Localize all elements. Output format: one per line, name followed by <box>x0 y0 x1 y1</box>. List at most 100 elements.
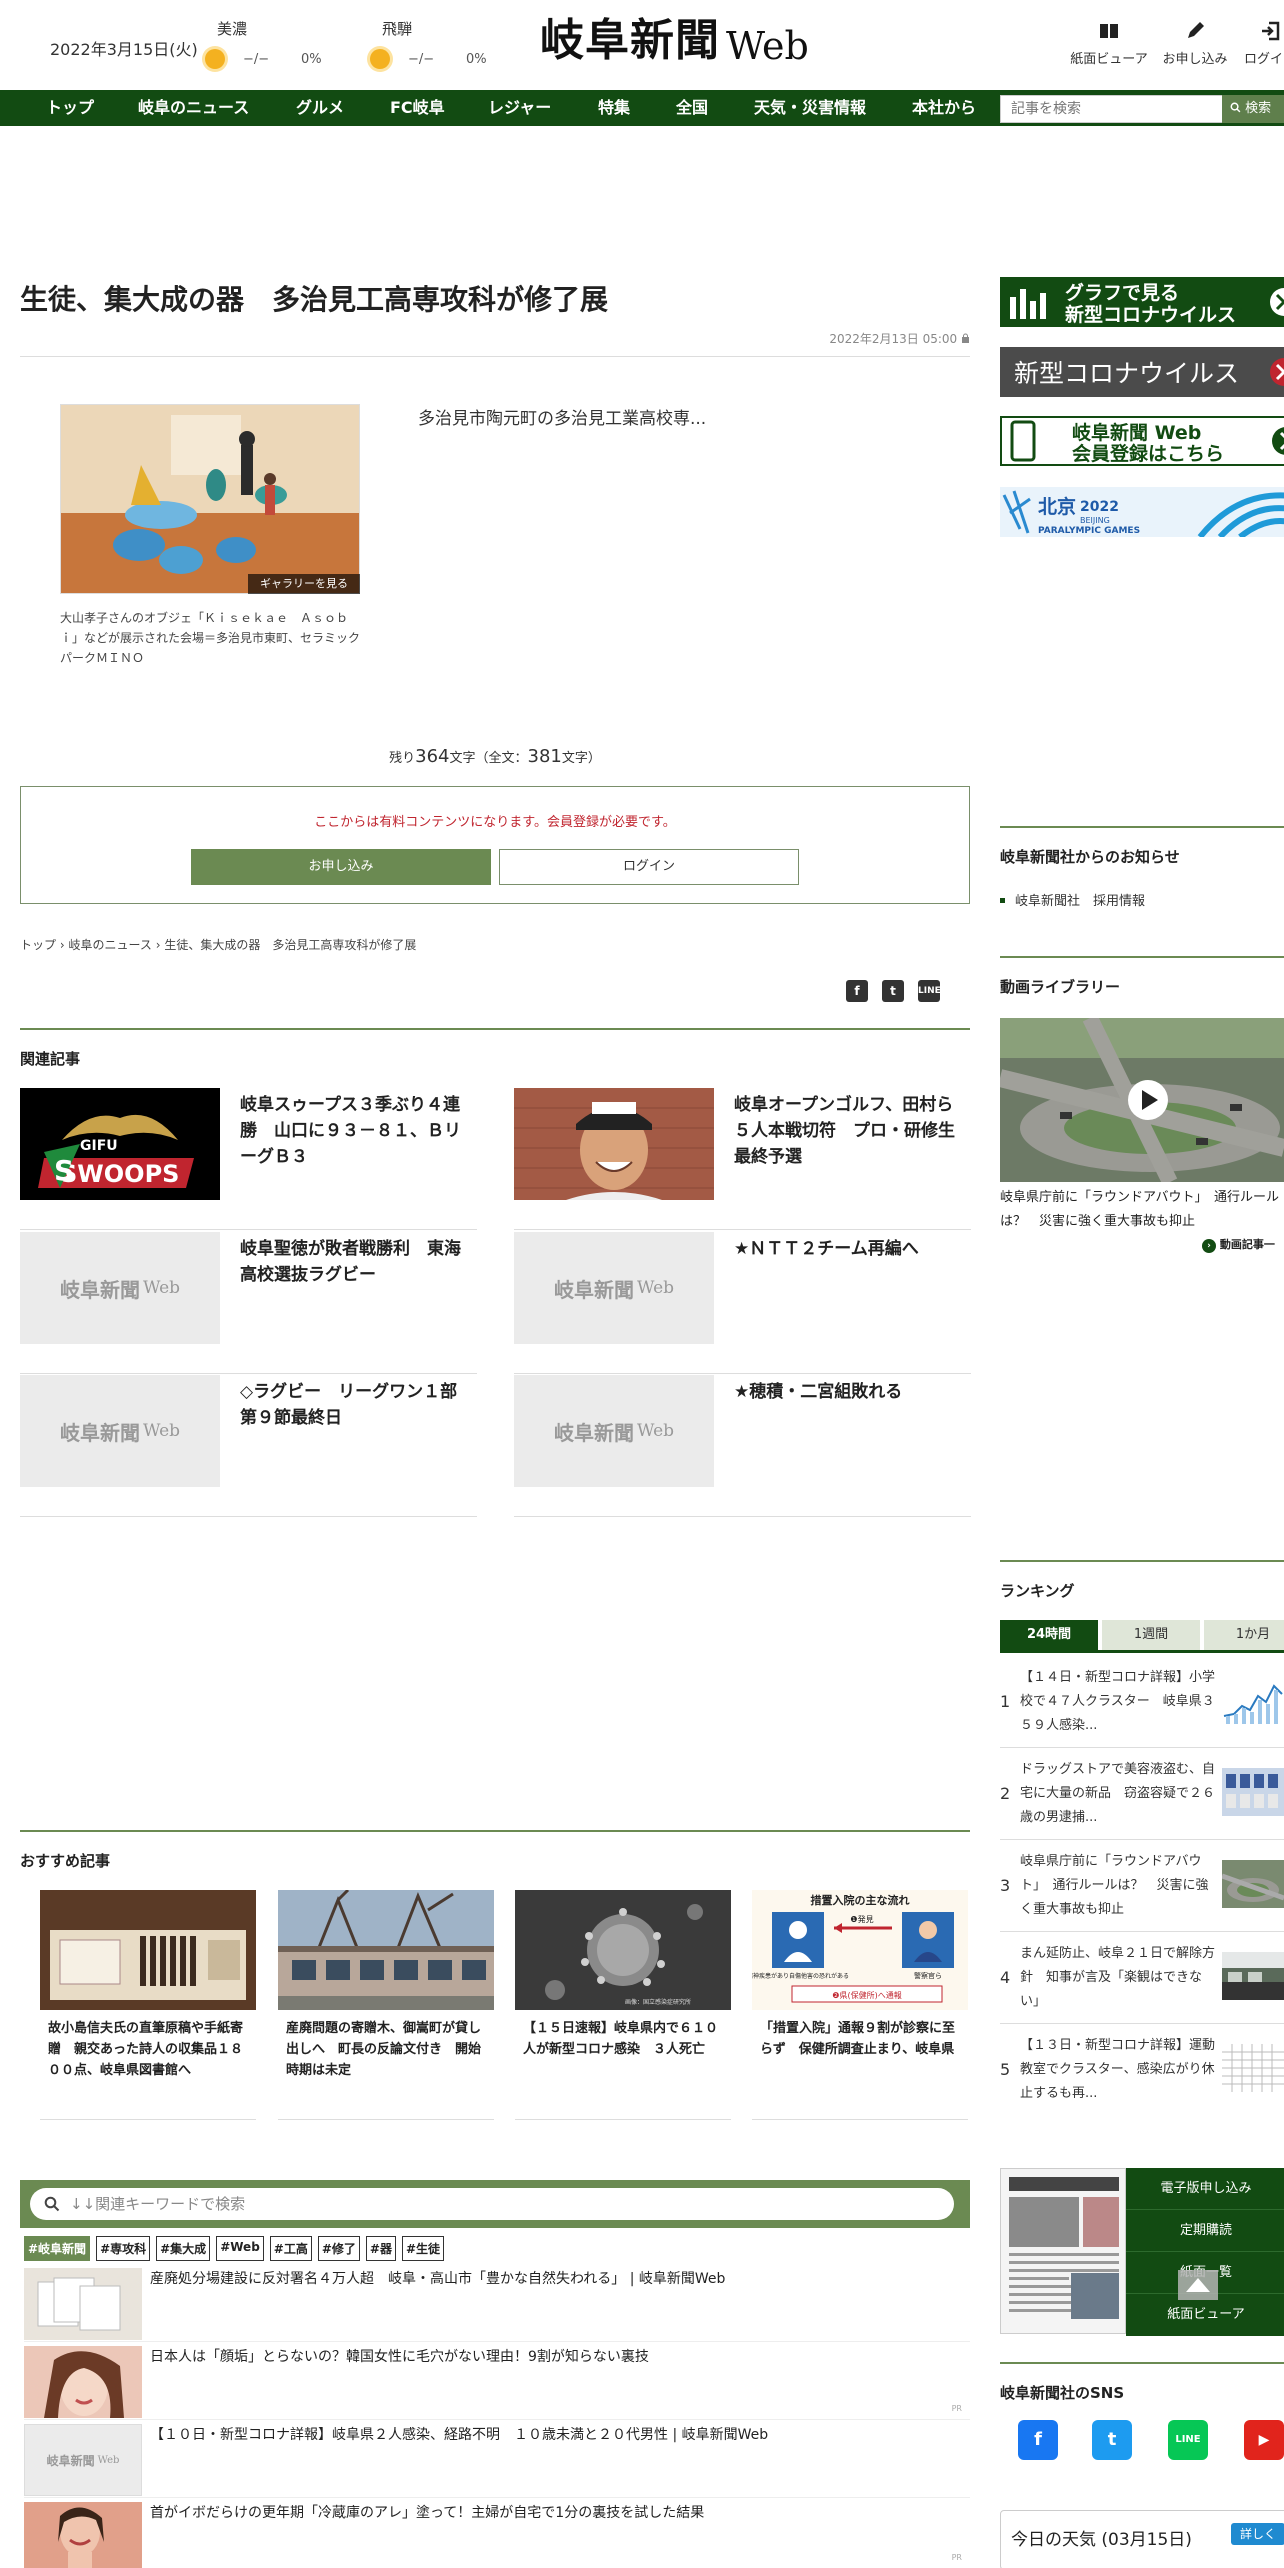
video-more-link[interactable]: › 動画記事一 <box>1202 1236 1275 1253</box>
rank-title: ドラッグストアで美容液盗む、自宅に大量の新品 窃盗容疑で２６歳の男逮捕... <box>1020 1762 1216 1825</box>
nav-top[interactable]: トップ <box>46 90 94 126</box>
recommended-item[interactable]: 故小島信夫氏の直筆原稿や手紙寄贈 親交あった詩人の収集品１８００点、岐阜県図書館… <box>40 1890 256 2120</box>
article-photo[interactable] <box>60 404 360 594</box>
login-button[interactable]: ログイン <box>499 849 799 885</box>
recommended-item[interactable]: 産廃問題の寄贈木、御嵩町が貸し出しへ 町長の反論文付き 開始時期は未定 <box>278 1890 494 2120</box>
tab-24h[interactable]: 24時間 <box>1000 1620 1098 1650</box>
paralympic-banner[interactable]: 北京 2022 BEIJING PARALYMPIC GAMES <box>1000 487 1284 537</box>
ranking-item[interactable]: 1 【１４日・新型コロナ詳報】小学校で４７人クラスター 岐阜県３５９人感染... <box>1000 1656 1284 1748</box>
rank-number: 4 <box>1000 1968 1011 1987</box>
breadcrumb-gifu-news[interactable]: 岐阜のニュース <box>68 938 151 952</box>
related-thumb: GIFU SWOOPS S <box>20 1088 220 1200</box>
arrow-up-icon <box>1186 2278 1210 2292</box>
weather-temp: −/− <box>408 51 435 67</box>
subscribe-button[interactable]: 定期購読 <box>1126 2210 1284 2252</box>
nav-gourmet[interactable]: グルメ <box>296 90 344 126</box>
video-more-label: 動画記事一 <box>1219 1238 1275 1251</box>
tag-web[interactable]: #Web <box>216 2236 264 2261</box>
nav-gifu-news[interactable]: 岐阜のニュース <box>138 90 249 126</box>
epaper-thumbnail[interactable] <box>1000 2168 1126 2334</box>
nav-features[interactable]: 特集 <box>598 90 630 126</box>
ad-thumb <box>24 2346 142 2418</box>
rank-thumb <box>1222 1952 1284 2000</box>
related-item[interactable]: 岐阜オープンゴルフ、田村ら５人本戦切符 プロ・研修生最終予選 <box>514 1088 971 1230</box>
youtube-icon[interactable]: ▶ <box>1244 2420 1284 2460</box>
rank-thumb <box>1222 2044 1284 2092</box>
tag-shuryo[interactable]: #修了 <box>317 2236 360 2261</box>
apply-link[interactable]: お申し込み <box>1160 20 1230 67</box>
twitter-share-icon[interactable]: t <box>882 980 904 1002</box>
login-link[interactable]: ログイン <box>1240 20 1284 67</box>
keyword-search-input[interactable]: ↓↓関連キーワードで検索 <box>30 2188 954 2220</box>
notice-item[interactable]: 岐阜新聞社 採用情報 <box>1000 890 1145 909</box>
related-item[interactable]: 岐阜新聞 Web ◇ラグビー リーグワン１部第９節最終日 <box>20 1375 477 1517</box>
video-thumbnail[interactable] <box>1000 1018 1284 1182</box>
search-button[interactable]: 検索 <box>1222 95 1284 123</box>
gallery-button[interactable]: ギャラリーを見る <box>248 574 360 594</box>
tag-gifu-shimbun[interactable]: #岐阜新聞 <box>24 2236 91 2261</box>
recommend-ad-item[interactable]: 岐阜新聞 Web 【１０日・新型コロナ詳報】岐阜県２人感染、経路不明 １０歳未満と… <box>24 2424 970 2498</box>
remaining-prefix: 残り <box>389 751 416 766</box>
facebook-icon[interactable]: f <box>1018 2420 1058 2460</box>
nav-national[interactable]: 全国 <box>676 90 708 126</box>
banner-line2: 新型コロナウイルス <box>1065 303 1236 326</box>
covid-graph-banner[interactable]: グラフで見る 新型コロナウイルス <box>1000 277 1284 327</box>
covid-banner[interactable]: 新型コロナウイルス <box>1000 347 1284 397</box>
nav-weather-disaster[interactable]: 天気・災害情報 <box>754 90 866 126</box>
back-to-top-button[interactable] <box>1178 2270 1218 2300</box>
ranking-item[interactable]: 3 岐阜県庁前に「ラウンドアバウト」 通行ルールは？ 災害に強く重大事故も抑止 <box>1000 1840 1284 1932</box>
tag-kouko[interactable]: #工高 <box>269 2236 312 2261</box>
tag-utsuwa[interactable]: #器 <box>365 2236 396 2261</box>
ad-title: 日本人は「顔垢」とらないの？韓国女性に毛穴がない理由！9割が知らない裏技 <box>150 2349 649 2365</box>
diagram-step2: ❷県(保健所)へ通報 <box>832 1990 901 2000</box>
tag-senkoka[interactable]: #専攻科 <box>96 2236 151 2261</box>
site-logo[interactable]: 岐阜新聞 Web <box>540 15 809 68</box>
recommended-item[interactable]: 措置入院の主な流れ ❶発見 精神疾患があり自傷他害の恐れがある 警察官ら ❷県(… <box>752 1890 968 2120</box>
ranking-item[interactable]: 5 【１３日・新型コロナ詳報】運動教室でクラスター、感染広がり休止するも再... <box>1000 2024 1284 2116</box>
related-item[interactable]: 岐阜新聞 Web 岐阜聖徳が敗者戦勝利 東海高校選抜ラグビー <box>20 1232 477 1374</box>
related-thumb <box>514 1088 714 1200</box>
video-caption[interactable]: 岐阜県庁前に「ラウンドアバウト」 通行ルールは？ 災害に強く重大事故も抑止 <box>1000 1186 1284 1234</box>
related-item[interactable]: 岐阜新聞 Web ★穂積・二宮組敗れる <box>514 1375 971 1517</box>
facebook-share-icon[interactable]: f <box>846 980 868 1002</box>
ranking-heading: ランキング <box>1000 1582 1075 1600</box>
search-input[interactable] <box>1000 95 1224 123</box>
banner-line1: グラフで見る <box>1065 281 1179 304</box>
recommend-ad-item[interactable]: 首がイボだらけの更年期「冷蔵庫のアレ」塗って！主婦が自宅で1分の裏技を試した結果… <box>24 2502 970 2568</box>
related-item[interactable]: 岐阜新聞 Web ★ＮＴＴ２チーム再編へ <box>514 1232 971 1374</box>
epaper-viewer-button[interactable]: 紙面ビューア <box>1126 2294 1284 2336</box>
article-lede: 多治見市陶元町の多治見工業高校専... <box>418 409 707 429</box>
weather-rain: 0% <box>466 51 487 67</box>
epaper-viewer-link[interactable]: 紙面ビューア <box>1066 20 1152 67</box>
related-item[interactable]: GIFU SWOOPS S 岐阜スゥープス３季ぶり４連勝 山口に９３－８１、Ｂリ… <box>20 1088 477 1230</box>
remaining-chars: 残り364文字（全文：381文字） <box>0 746 990 767</box>
recommended-heading: おすすめ記事 <box>20 1852 111 1870</box>
epaper-apply-button[interactable]: 電子版申し込み <box>1126 2168 1284 2210</box>
weather-hida[interactable]: 飛騨 −/− 0% <box>370 18 490 69</box>
tag-seito[interactable]: #生徒 <box>401 2236 445 2261</box>
ranking-item[interactable]: 2 ドラッグストアで美容液盗む、自宅に大量の新品 窃盗容疑で２６歳の男逮捕... <box>1000 1748 1284 1840</box>
line-share-icon[interactable]: LINE <box>918 980 941 1002</box>
rank-thumb <box>1222 1676 1284 1724</box>
tab-1month[interactable]: 1か月 <box>1204 1620 1284 1650</box>
ad-thumb: 岐阜新聞 Web <box>24 2424 142 2496</box>
placeholder-logo-web: Web <box>636 1278 675 1298</box>
nav-from-company[interactable]: 本社から <box>912 90 976 126</box>
breadcrumb-top[interactable]: トップ <box>20 938 56 952</box>
weather-details-button[interactable]: 詳しく <box>1231 2523 1284 2545</box>
nav-leisure[interactable]: レジャー <box>488 90 551 126</box>
recommend-ad-item[interactable]: 産廃処分場建設に反対署名４万人超 岐阜・高山市「豊かな自然失われる」 | 岐阜新… <box>24 2268 970 2342</box>
svg-text:SWOOPS: SWOOPS <box>60 1160 179 1188</box>
ranking-item[interactable]: 4 まん延防止、岐阜２１日で解除方針 知事が言及「楽観はできない」 <box>1000 1932 1284 2024</box>
nav-fc-gifu[interactable]: FC岐阜 <box>390 90 445 126</box>
weather-mino[interactable]: 美濃 −/− 0% <box>205 18 325 69</box>
sns-heading: 岐阜新聞社のSNS <box>1000 2384 1125 2402</box>
apply-button[interactable]: お申し込み <box>191 849 491 885</box>
recommend-ad-item[interactable]: 日本人は「顔垢」とらないの？韓国女性に毛穴がない理由！9割が知らない裏技 PR <box>24 2346 970 2420</box>
recommended-item[interactable]: 画像：国立感染症研究所 【１５日速報】岐阜県内で６１０人が新型コロナ感染 ３人死… <box>515 1890 731 2120</box>
twitter-icon[interactable]: t <box>1092 2420 1132 2460</box>
member-register-banner[interactable]: 岐阜新聞 Web 会員登録はこちら <box>1000 416 1284 466</box>
line-icon[interactable]: LINE <box>1168 2420 1208 2460</box>
tab-1week[interactable]: 1週間 <box>1102 1620 1200 1650</box>
tag-shutaisei[interactable]: #集大成 <box>156 2236 211 2261</box>
